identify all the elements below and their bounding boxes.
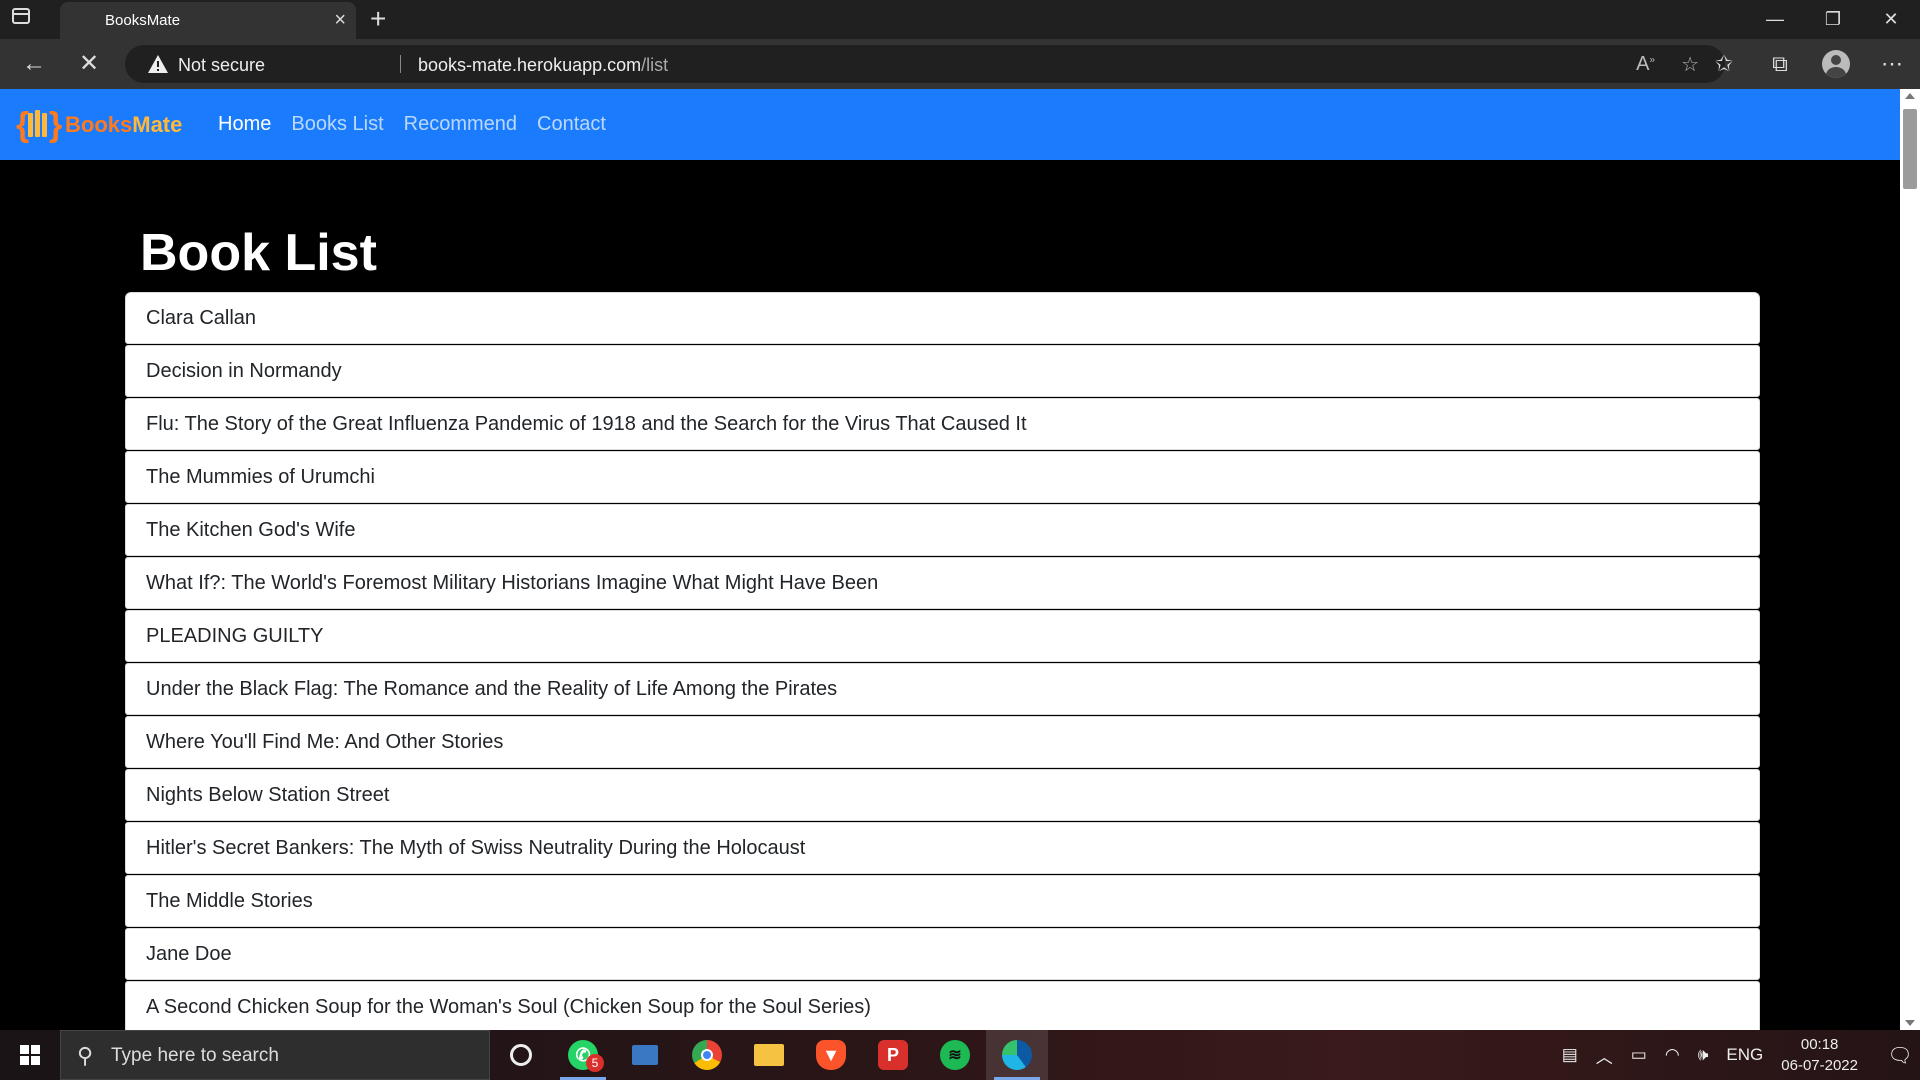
brand-name-second: Mate — [132, 112, 183, 137]
browser-tab-bar: BooksMate × + — ❐ ✕ — [0, 0, 1920, 39]
list-item[interactable]: A Second Chicken Soup for the Woman's So… — [125, 981, 1760, 1030]
list-item[interactable]: Clara Callan — [125, 292, 1760, 344]
search-placeholder: Type here to search — [111, 1045, 279, 1066]
browser-toolbar-icons: ✩ ⧉ ⋯ — [1696, 39, 1920, 89]
windows-start-icon[interactable] — [0, 1030, 60, 1080]
tray-overflow-icon[interactable]: ︿ — [1596, 1043, 1613, 1068]
page-title: Book List — [140, 224, 377, 282]
search-icon: ⚲ — [77, 1043, 94, 1068]
url-text[interactable]: books-mate.herokuapp.com/list — [418, 55, 668, 76]
brand-name-first: Books — [65, 112, 133, 137]
page-scrollbar[interactable] — [1900, 89, 1920, 1030]
scroll-up-icon[interactable] — [1905, 93, 1915, 99]
list-item[interactable]: Hitler's Secret Bankers: The Myth of Swi… — [125, 822, 1760, 874]
books-logo-icon: { } — [16, 106, 63, 144]
url-path: /list — [641, 55, 669, 75]
book-list: Clara Callan Decision in Normandy Flu: T… — [125, 292, 1760, 1030]
more-icon[interactable]: ⋯ — [1864, 51, 1920, 77]
minimize-button[interactable]: — — [1746, 0, 1804, 39]
file-explorer-icon[interactable] — [738, 1030, 800, 1080]
list-item[interactable]: Decision in Normandy — [125, 345, 1760, 397]
news-widget-icon[interactable]: ▤ — [1562, 1045, 1578, 1065]
security-label[interactable]: Not secure — [178, 55, 265, 76]
brave-icon[interactable]: ▼ — [800, 1030, 862, 1080]
tab-title: BooksMate — [105, 12, 181, 29]
profile-icon[interactable] — [1808, 50, 1864, 79]
warning-icon — [148, 55, 168, 73]
tab-actions-icon[interactable] — [12, 8, 48, 32]
windows-taskbar: ⚲ Type here to search ✆ 5 ▼ P ≋ ▤ ︿ ▭ ◠ … — [0, 1030, 1920, 1080]
whatsapp-icon[interactable]: ✆ 5 — [552, 1030, 614, 1080]
brand-logo[interactable]: { } BooksMate — [16, 107, 182, 143]
list-item[interactable]: Nights Below Station Street — [125, 769, 1760, 821]
address-bar[interactable]: Not secure books-mate.herokuapp.com/list… — [125, 45, 1725, 83]
nav-home[interactable]: Home — [218, 113, 271, 136]
spotify-icon[interactable]: ≋ — [924, 1030, 986, 1080]
site-nav-links: Home Books List Recommend Contact — [218, 113, 626, 136]
taskbar-search[interactable]: ⚲ Type here to search — [60, 1030, 490, 1080]
brand-name: BooksMate — [65, 112, 182, 138]
cortana-icon[interactable] — [490, 1030, 552, 1080]
clock-date: 06-07-2022 — [1781, 1057, 1858, 1074]
collections-icon[interactable]: ⧉ — [1752, 51, 1808, 77]
desktop-app-icon[interactable] — [614, 1030, 676, 1080]
list-item[interactable]: Under the Black Flag: The Romance and th… — [125, 663, 1760, 715]
wifi-icon[interactable]: ◠ — [1665, 1045, 1680, 1065]
edge-icon[interactable] — [986, 1030, 1048, 1080]
tab-close-icon[interactable]: × — [334, 8, 346, 32]
address-bar-row: ← ✕ Not secure books-mate.herokuapp.com/… — [0, 39, 1920, 89]
page-viewport: { } BooksMate Home Books List Recommend … — [0, 89, 1920, 1030]
back-button[interactable]: ← — [18, 49, 50, 79]
scroll-down-icon[interactable] — [1905, 1020, 1915, 1026]
chrome-icon[interactable] — [676, 1030, 738, 1080]
clock-time: 00:18 — [1800, 1036, 1839, 1053]
window-controls: — ❐ ✕ — [1746, 0, 1920, 39]
stop-loading-button[interactable]: ✕ — [73, 49, 105, 79]
list-item[interactable]: The Kitchen God's Wife — [125, 504, 1760, 556]
whatsapp-badge: 5 — [586, 1054, 604, 1072]
scrollbar-thumb[interactable] — [1903, 109, 1917, 189]
favorites-icon[interactable]: ✩ — [1696, 51, 1752, 77]
list-item[interactable]: What If?: The World's Foremost Military … — [125, 557, 1760, 609]
notification-icon[interactable]: 🗨 — [1880, 1043, 1920, 1068]
volume-icon[interactable]: 🕪 — [1698, 1045, 1709, 1065]
list-item[interactable]: Jane Doe — [125, 928, 1760, 980]
url-host: books-mate.herokuapp.com — [418, 55, 642, 75]
site-navbar: { } BooksMate Home Books List Recommend … — [0, 89, 1900, 160]
language-indicator[interactable]: ENG — [1726, 1045, 1763, 1065]
postman-icon[interactable]: P — [862, 1030, 924, 1080]
list-item[interactable]: Flu: The Story of the Great Influenza Pa… — [125, 398, 1760, 450]
list-item[interactable]: Where You'll Find Me: And Other Stories — [125, 716, 1760, 768]
battery-icon[interactable]: ▭ — [1631, 1045, 1647, 1065]
close-window-button[interactable]: ✕ — [1862, 0, 1920, 39]
restore-button[interactable]: ❐ — [1804, 0, 1862, 39]
address-separator — [400, 55, 401, 73]
browser-tab[interactable]: BooksMate × — [60, 2, 356, 39]
nav-books-list[interactable]: Books List — [291, 113, 383, 136]
read-aloud-icon[interactable]: A» — [1636, 53, 1655, 76]
nav-contact[interactable]: Contact — [537, 113, 606, 136]
list-item[interactable]: The Mummies of Urumchi — [125, 451, 1760, 503]
new-tab-button[interactable]: + — [370, 4, 386, 34]
taskbar-clock[interactable]: 00:18 06-07-2022 — [1781, 1034, 1858, 1076]
list-item[interactable]: PLEADING GUILTY — [125, 610, 1760, 662]
system-tray: ▤ ︿ ▭ ◠ 🕪 ENG 00:18 06-07-2022 🗨 — [1562, 1030, 1920, 1080]
nav-recommend[interactable]: Recommend — [404, 113, 517, 136]
taskbar-apps: ✆ 5 ▼ P ≋ — [490, 1030, 1048, 1080]
list-item[interactable]: The Middle Stories — [125, 875, 1760, 927]
